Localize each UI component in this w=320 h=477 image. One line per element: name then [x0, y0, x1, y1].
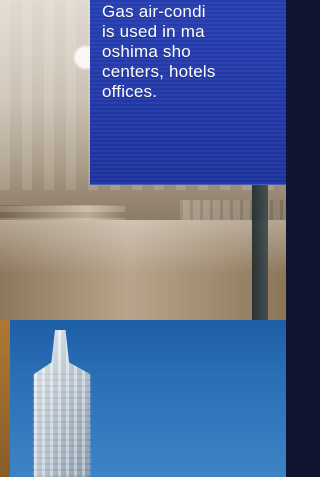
- mall-pillar: [252, 180, 268, 320]
- skyscraper: [33, 330, 91, 477]
- left-edge-strip: [0, 320, 10, 477]
- page: Gas air-condi is used in ma oshima sho c…: [0, 0, 286, 477]
- skyscraper-photo: [0, 320, 286, 477]
- caption-panel: Gas air-condi is used in ma oshima sho c…: [90, 0, 286, 185]
- caption-text: Gas air-condi is used in ma oshima sho c…: [102, 2, 216, 101]
- mall-floor: [0, 220, 286, 320]
